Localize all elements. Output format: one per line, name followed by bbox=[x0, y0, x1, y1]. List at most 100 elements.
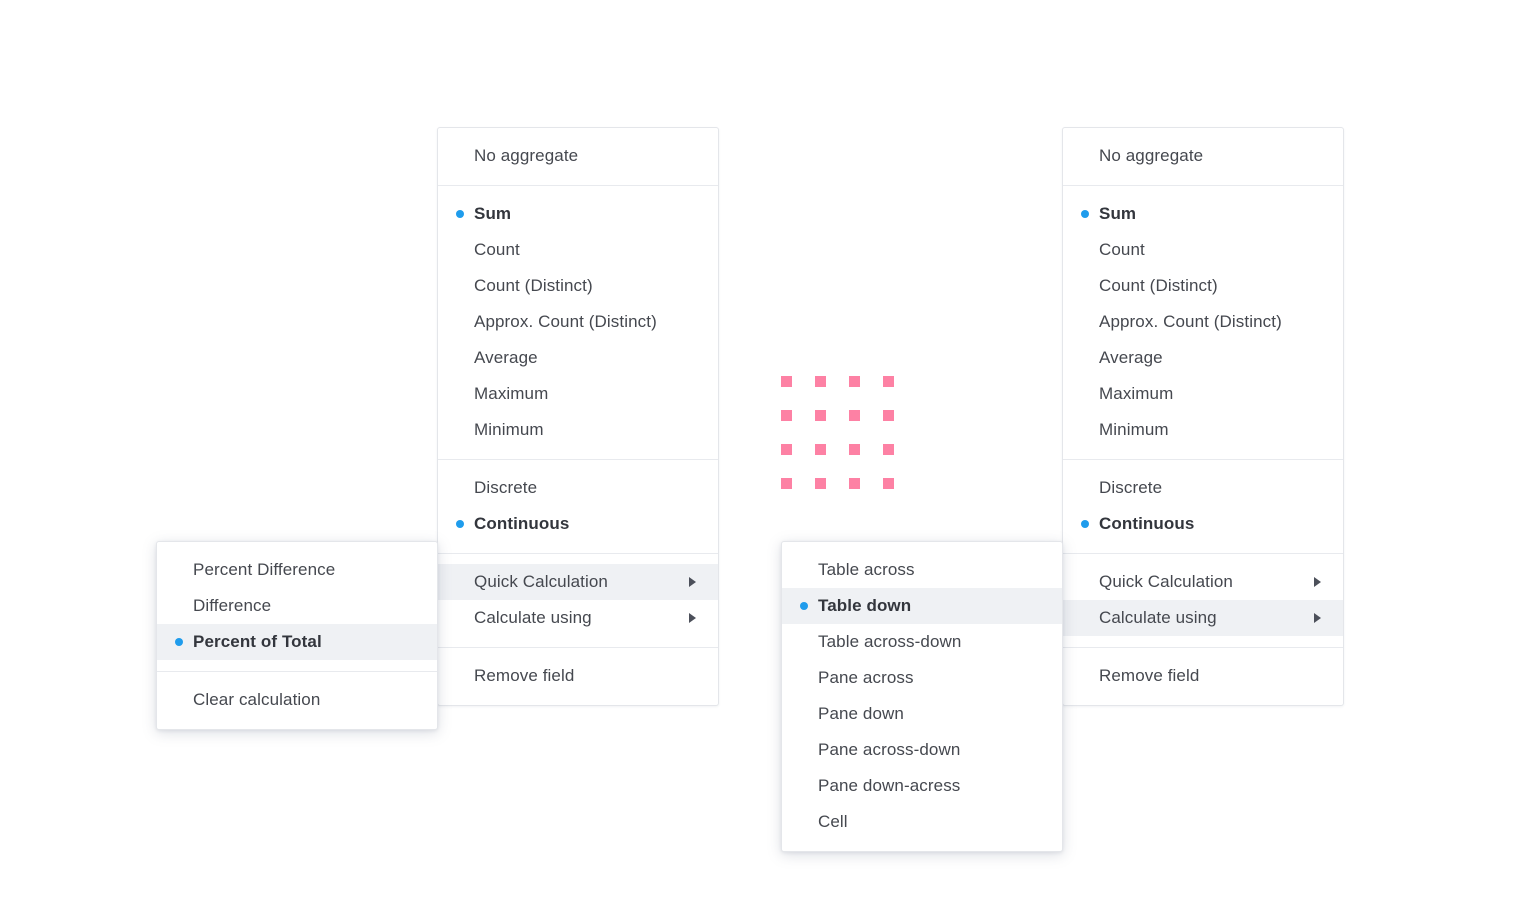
menu-section: Remove field bbox=[1063, 647, 1343, 705]
menu-item-count-distinct[interactable]: Count (Distinct) bbox=[1063, 268, 1343, 304]
menu-item-label: Maximum bbox=[1099, 384, 1174, 403]
menu-section: Percent Difference Difference Percent of T… bbox=[157, 542, 437, 671]
menu-item-continuous[interactable]: Continuous bbox=[438, 506, 718, 542]
menu-item-minimum[interactable]: Minimum bbox=[1063, 412, 1343, 448]
grid-dot bbox=[849, 444, 860, 455]
menu-item-percent-of-total[interactable]: Percent of Total bbox=[157, 624, 437, 660]
grid-dot bbox=[883, 478, 894, 489]
menu-item-label: Remove field bbox=[474, 666, 575, 685]
menu-section: Clear calculation bbox=[157, 671, 437, 729]
menu-item-label: Calculate using bbox=[1099, 608, 1217, 627]
menu-item-table-across-down[interactable]: Table across-down bbox=[782, 624, 1062, 660]
grid-dot bbox=[883, 410, 894, 421]
selected-bullet-icon bbox=[456, 520, 464, 528]
menu-item-table-across[interactable]: Table across bbox=[782, 552, 1062, 588]
menu-item-continuous[interactable]: Continuous bbox=[1063, 506, 1343, 542]
grid-dot bbox=[781, 376, 792, 387]
menu-section: Remove field bbox=[438, 647, 718, 705]
selected-bullet-icon bbox=[800, 602, 808, 610]
menu-item-maximum[interactable]: Maximum bbox=[1063, 376, 1343, 412]
menu-item-no-aggregate[interactable]: No aggregate bbox=[1063, 138, 1343, 174]
menu-item-label: Percent Difference bbox=[193, 560, 336, 579]
grid-dot bbox=[815, 376, 826, 387]
menu-item-label: Approx. Count (Distinct) bbox=[474, 312, 657, 331]
grid-dot bbox=[849, 410, 860, 421]
menu-item-pane-across[interactable]: Pane across bbox=[782, 660, 1062, 696]
menu-item-label: Count bbox=[1099, 240, 1145, 259]
aggregate-menu-right[interactable]: No aggregate Sum Count Count (Distinct) Appr… bbox=[1062, 127, 1344, 706]
menu-item-remove-field[interactable]: Remove field bbox=[1063, 658, 1343, 694]
menu-item-label: Continuous bbox=[1099, 514, 1195, 533]
menu-item-label: Discrete bbox=[1099, 478, 1163, 497]
menu-item-label: Approx. Count (Distinct) bbox=[1099, 312, 1282, 331]
menu-item-quick-calculation[interactable]: Quick Calculation bbox=[438, 564, 718, 600]
menu-item-label: Pane down-acress bbox=[818, 776, 961, 795]
grid-dot bbox=[883, 376, 894, 387]
menu-item-label: No aggregate bbox=[1099, 146, 1204, 165]
menu-item-remove-field[interactable]: Remove field bbox=[438, 658, 718, 694]
menu-item-quick-calculation[interactable]: Quick Calculation bbox=[1063, 564, 1343, 600]
menu-item-label: Table down bbox=[818, 596, 912, 615]
menu-item-difference[interactable]: Difference bbox=[157, 588, 437, 624]
menu-item-table-down[interactable]: Table down bbox=[782, 588, 1062, 624]
pink-dot-grid bbox=[781, 376, 894, 489]
menu-item-approx-count-distinct[interactable]: Approx. Count (Distinct) bbox=[1063, 304, 1343, 340]
menu-item-discrete[interactable]: Discrete bbox=[1063, 470, 1343, 506]
menu-item-sum[interactable]: Sum bbox=[1063, 196, 1343, 232]
grid-dot bbox=[849, 376, 860, 387]
menu-item-label: Table across bbox=[818, 560, 915, 579]
grid-dot bbox=[781, 478, 792, 489]
grid-dot bbox=[815, 410, 826, 421]
menu-item-label: Minimum bbox=[474, 420, 544, 439]
menu-item-label: Continuous bbox=[474, 514, 570, 533]
menu-item-label: Percent of Total bbox=[193, 632, 322, 651]
calculate-using-submenu[interactable]: Table across Table down Table across-down P… bbox=[781, 541, 1063, 852]
menu-item-label: Average bbox=[1099, 348, 1163, 367]
menu-item-percent-difference[interactable]: Percent Difference bbox=[157, 552, 437, 588]
grid-dot bbox=[883, 444, 894, 455]
menu-item-sum[interactable]: Sum bbox=[438, 196, 718, 232]
menu-item-discrete[interactable]: Discrete bbox=[438, 470, 718, 506]
grid-dot bbox=[781, 410, 792, 421]
menu-item-label: Count (Distinct) bbox=[474, 276, 593, 295]
menu-item-calculate-using[interactable]: Calculate using bbox=[438, 600, 718, 636]
submenu-arrow-icon bbox=[1314, 577, 1321, 587]
menu-item-count[interactable]: Count bbox=[1063, 232, 1343, 268]
menu-item-maximum[interactable]: Maximum bbox=[438, 376, 718, 412]
menu-item-calculate-using[interactable]: Calculate using bbox=[1063, 600, 1343, 636]
menu-section: Discrete Continuous bbox=[1063, 459, 1343, 553]
menu-item-label: Pane across-down bbox=[818, 740, 961, 759]
menu-item-average[interactable]: Average bbox=[438, 340, 718, 376]
menu-section: No aggregate bbox=[438, 128, 718, 185]
menu-item-label: Pane down bbox=[818, 704, 904, 723]
menu-item-count-distinct[interactable]: Count (Distinct) bbox=[438, 268, 718, 304]
menu-item-approx-count-distinct[interactable]: Approx. Count (Distinct) bbox=[438, 304, 718, 340]
menu-item-minimum[interactable]: Minimum bbox=[438, 412, 718, 448]
menu-item-pane-across-down[interactable]: Pane across-down bbox=[782, 732, 1062, 768]
menu-item-label: No aggregate bbox=[474, 146, 579, 165]
menu-section: Sum Count Count (Distinct) Approx. Count (D… bbox=[1063, 185, 1343, 459]
aggregate-menu-left[interactable]: No aggregate Sum Count Count (Distinct) Appr… bbox=[437, 127, 719, 706]
menu-item-pane-down-acress[interactable]: Pane down-acress bbox=[782, 768, 1062, 804]
menu-section: Discrete Continuous bbox=[438, 459, 718, 553]
selected-bullet-icon bbox=[175, 638, 183, 646]
menu-item-label: Sum bbox=[1099, 204, 1137, 223]
grid-dot bbox=[849, 478, 860, 489]
menu-item-label: Pane across bbox=[818, 668, 914, 687]
menu-item-label: Calculate using bbox=[474, 608, 592, 627]
menu-item-label: Quick Calculation bbox=[1099, 572, 1233, 591]
menu-item-count[interactable]: Count bbox=[438, 232, 718, 268]
menu-item-average[interactable]: Average bbox=[1063, 340, 1343, 376]
selected-bullet-icon bbox=[456, 210, 464, 218]
menu-item-pane-down[interactable]: Pane down bbox=[782, 696, 1062, 732]
menu-item-no-aggregate[interactable]: No aggregate bbox=[438, 138, 718, 174]
menu-item-clear-calculation[interactable]: Clear calculation bbox=[157, 682, 437, 718]
menu-item-label: Quick Calculation bbox=[474, 572, 608, 591]
menu-section: Quick Calculation Calculate using bbox=[1063, 553, 1343, 647]
selected-bullet-icon bbox=[1081, 520, 1089, 528]
menu-item-cell[interactable]: Cell bbox=[782, 804, 1062, 840]
quick-calculation-submenu[interactable]: Percent Difference Difference Percent of T… bbox=[156, 541, 438, 730]
grid-dot bbox=[815, 478, 826, 489]
menu-item-label: Cell bbox=[818, 812, 848, 831]
menu-item-label: Remove field bbox=[1099, 666, 1200, 685]
